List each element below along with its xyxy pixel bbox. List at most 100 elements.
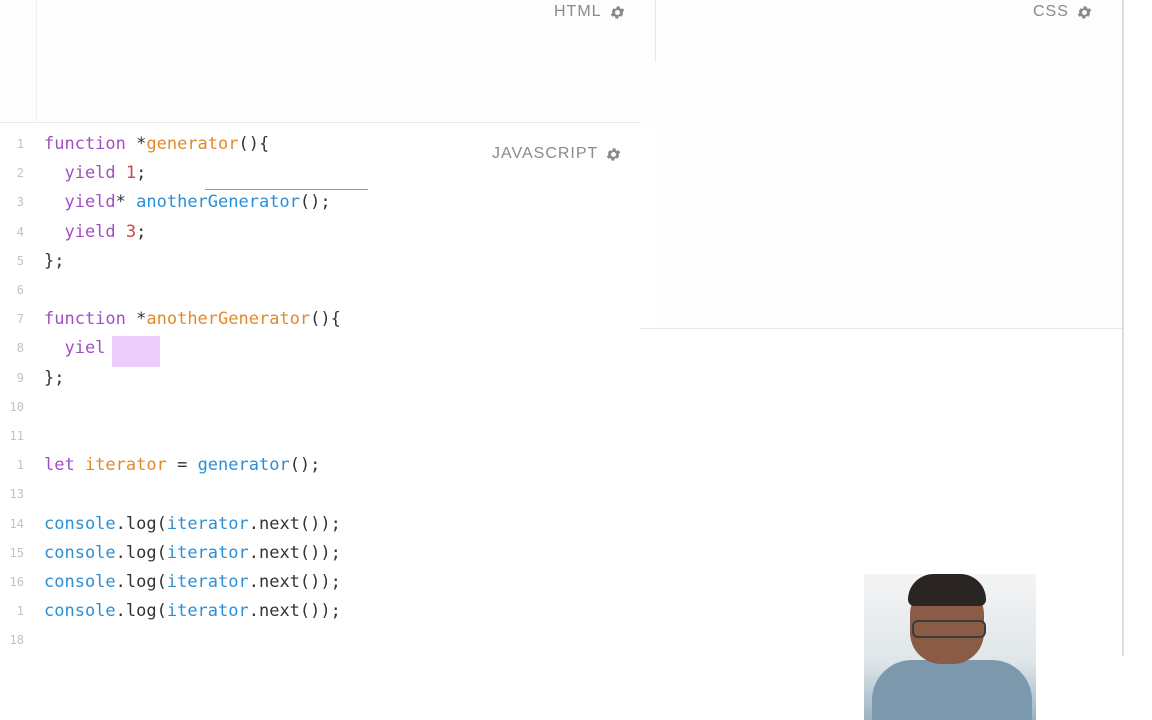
code-token: .log( — [115, 543, 167, 563]
code-line[interactable]: 9}; — [0, 364, 640, 393]
code-line[interactable]: 1 function *generator(){ — [0, 130, 640, 159]
gear-icon[interactable] — [1076, 4, 1093, 21]
code-token: function — [44, 309, 137, 329]
code-token: (){ — [310, 309, 341, 329]
html-pane-header: HTML — [554, 3, 626, 21]
line-number: 1 — [16, 137, 24, 151]
line-number: 1 — [16, 604, 24, 618]
code-token: yield — [44, 163, 126, 183]
code-line[interactable]: 1 let iterator = generator(); — [0, 451, 640, 480]
code-token: generator — [146, 134, 239, 154]
presenter-hair — [908, 574, 986, 606]
code-line[interactable]: 5}; — [0, 247, 640, 276]
presenter-glasses — [912, 620, 986, 638]
code-line-text: }; — [44, 247, 64, 276]
code-line[interactable]: 11 — [0, 422, 640, 451]
code-token: .next()); — [248, 601, 341, 621]
code-token: }; — [44, 368, 65, 388]
line-number: 2 — [16, 166, 24, 180]
pane-divider-right-edge[interactable] — [1122, 0, 1124, 656]
code-line-text: yield 1; — [44, 159, 146, 188]
code-line-text: console.log(iterator.next()); — [44, 568, 341, 597]
code-token: 3 — [125, 222, 137, 242]
line-number: 18 — [9, 633, 24, 647]
code-line[interactable]: 18 — [0, 626, 640, 655]
line-number: 9 — [16, 371, 24, 385]
code-line[interactable]: 14 console.log(iterator.next()); — [0, 510, 640, 539]
code-line-text: console.log(iterator.next()); — [44, 597, 341, 626]
code-line[interactable]: 7 function *anotherGenerator(){ — [0, 305, 640, 334]
code-line-text: function *generator(){ — [44, 130, 269, 159]
code-token: function — [44, 134, 137, 154]
line-number: 1 — [16, 458, 24, 472]
code-line-text: console.log(iterator.next()); — [44, 539, 341, 568]
code-token: (); — [299, 192, 331, 212]
code-token: * — [136, 309, 147, 329]
presenter-shirt — [872, 660, 1032, 720]
code-token: iterator — [166, 601, 249, 621]
code-token: ; — [136, 222, 147, 242]
code-line-text: console.log(iterator.next()); — [44, 510, 341, 539]
code-token: yield — [44, 192, 116, 212]
gear-icon[interactable] — [609, 4, 626, 21]
code-line[interactable]: 13 — [0, 480, 640, 509]
code-line[interactable]: 8 yiel — [0, 334, 640, 363]
code-token: yiel — [44, 338, 106, 358]
code-token: (){ — [238, 134, 270, 154]
code-line[interactable]: 15 console.log(iterator.next()); — [0, 539, 640, 568]
code-token: .next()); — [248, 543, 341, 563]
code-token: generator — [197, 455, 290, 475]
code-line[interactable]: 1 console.log(iterator.next()); — [0, 597, 640, 626]
code-token: }; — [44, 251, 65, 271]
code-token: anotherGenerator — [146, 309, 311, 329]
code-token: iterator — [84, 455, 167, 475]
code-token: = — [166, 455, 198, 475]
code-token: console — [44, 601, 116, 621]
line-number: 15 — [9, 546, 24, 560]
code-line-text: yield* anotherGenerator(); — [44, 188, 331, 217]
line-number: 11 — [9, 429, 24, 443]
line-number: 16 — [9, 575, 24, 589]
code-token: .next()); — [248, 572, 341, 592]
code-line-text: let iterator = generator(); — [44, 451, 320, 480]
code-token: ; — [136, 163, 147, 183]
code-line[interactable]: 6 — [0, 276, 640, 305]
code-token: .log( — [115, 601, 167, 621]
html-pane-label: HTML — [554, 3, 602, 20]
code-line-text: function *anotherGenerator(){ — [44, 305, 341, 334]
code-token: .next()); — [248, 514, 341, 534]
code-line-text: yield 3; — [44, 218, 146, 247]
css-editor-pane[interactable]: CSS — [656, 0, 1122, 328]
css-pane-label: CSS — [1033, 3, 1069, 20]
code-line-text: yiel — [44, 334, 105, 363]
code-token: console — [44, 543, 116, 563]
line-number: 6 — [16, 283, 24, 297]
html-editor-pane[interactable]: HTML — [0, 0, 655, 122]
line-number: 14 — [9, 517, 24, 531]
line-number: 5 — [16, 254, 24, 268]
line-number: 8 — [16, 341, 24, 355]
code-line[interactable]: 2 yield 1; — [0, 159, 640, 188]
code-token: anotherGenerator — [136, 192, 300, 212]
code-line[interactable]: 10 — [0, 393, 640, 422]
code-token: iterator — [166, 514, 249, 534]
code-line[interactable]: 4 yield 3; — [0, 218, 640, 247]
css-pane-header: CSS — [1033, 3, 1093, 21]
code-token: * — [136, 134, 147, 154]
line-number: 4 — [16, 225, 24, 239]
code-token: (); — [289, 455, 321, 475]
code-token: .log( — [115, 572, 167, 592]
code-token: let — [44, 455, 85, 475]
line-number: 3 — [16, 195, 24, 209]
code-token: * — [115, 192, 137, 212]
html-gutter — [36, 0, 37, 122]
code-token: .log( — [115, 514, 167, 534]
code-token: 1 — [125, 163, 137, 183]
code-token: console — [44, 572, 116, 592]
code-token: console — [44, 514, 116, 534]
code-line[interactable]: 3 yield* anotherGenerator(); — [0, 188, 640, 217]
code-line[interactable]: 16 console.log(iterator.next()); — [0, 568, 640, 597]
presenter-webcam — [864, 574, 1036, 720]
code-token: iterator — [166, 572, 249, 592]
pane-divider-vertical[interactable] — [655, 0, 656, 62]
